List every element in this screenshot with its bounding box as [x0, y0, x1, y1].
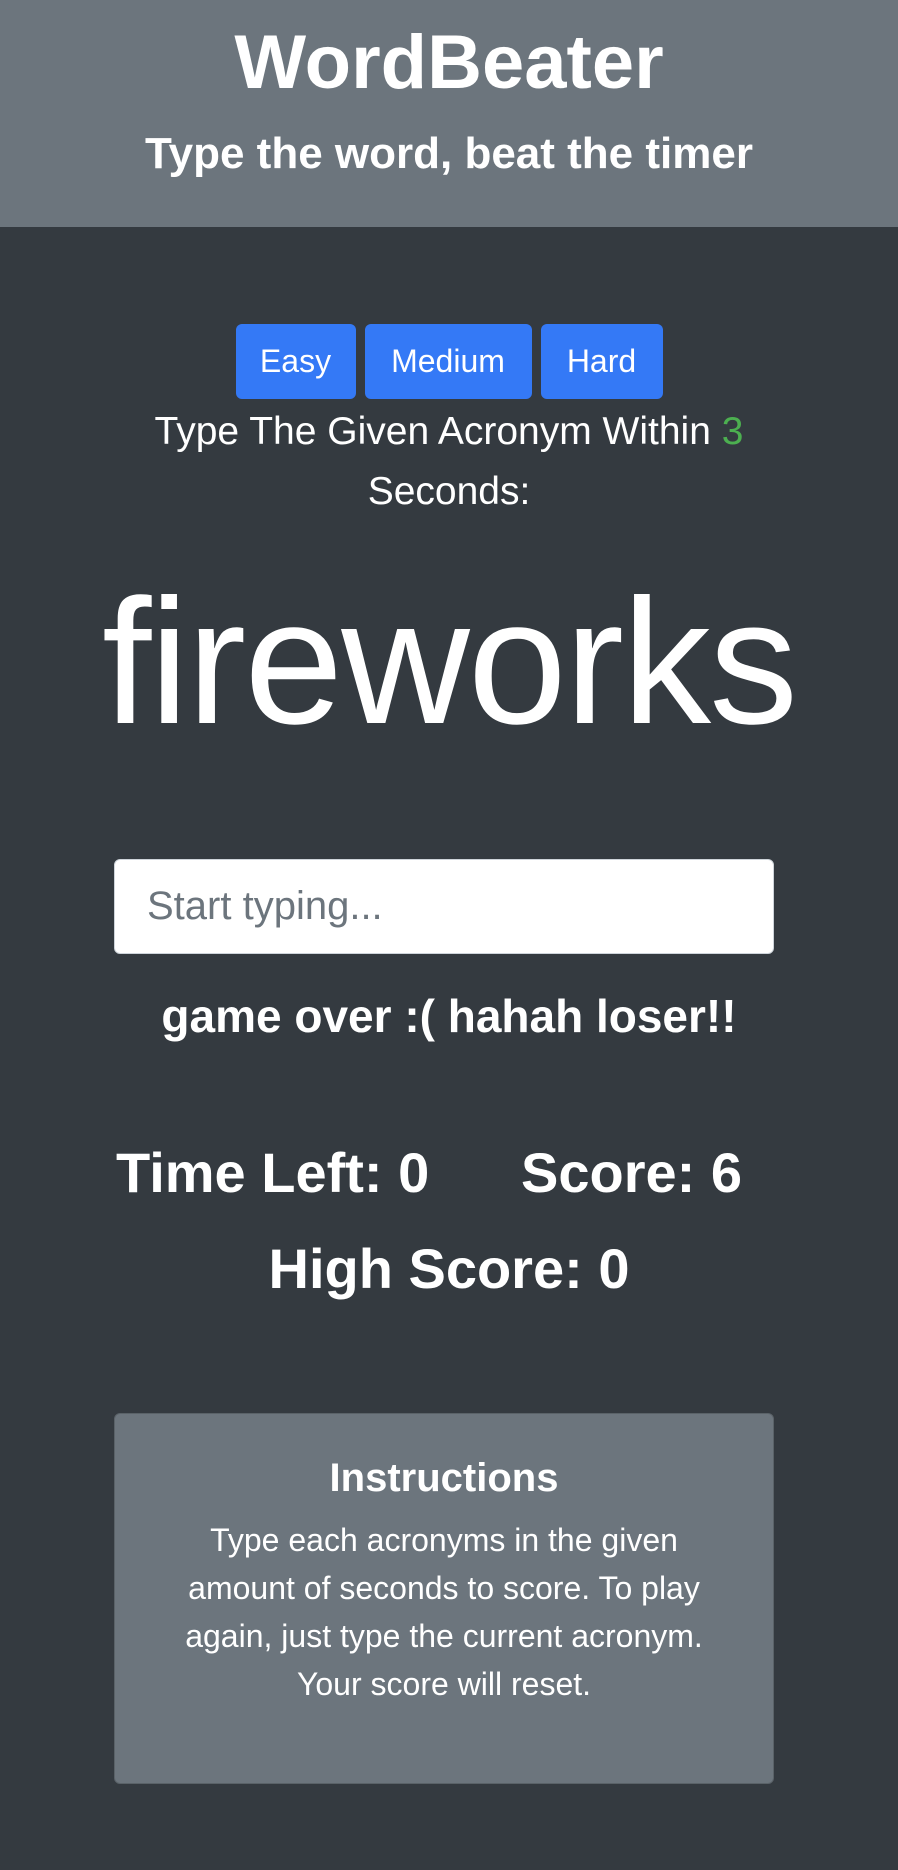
easy-button[interactable]: Easy — [235, 324, 356, 399]
app-subtitle: Type the word, beat the timer — [145, 129, 753, 178]
time-left-value: 0 — [398, 1141, 430, 1204]
score-label: Score: — [521, 1141, 711, 1204]
current-word: fireworks — [101, 562, 798, 761]
word-input[interactable] — [114, 859, 774, 954]
score-value: 6 — [710, 1141, 743, 1204]
difficulty-button-group: Easy Medium Hard — [0, 324, 898, 399]
instructions-title: Instructions — [329, 1456, 559, 1500]
instructions-body: Type each acronyms in the given amount o… — [185, 1522, 703, 1702]
prompt-prefix: Type The Given Acronym Within — [154, 410, 722, 453]
high-score-label: High Score: — [268, 1237, 599, 1300]
app-title: WordBeater — [234, 20, 664, 105]
instructions-card: Instructions Type each acronyms in the g… — [114, 1413, 774, 1784]
prompt-suffix: Seconds: — [367, 470, 531, 513]
high-score-value: 0 — [598, 1237, 630, 1300]
instruction-prompt: Type The Given Acronym Within 3 Seconds: — [130, 402, 768, 522]
game-message: game over :( hahah loser!! — [161, 990, 737, 1042]
hard-button[interactable]: Hard — [540, 324, 663, 399]
medium-button[interactable]: Medium — [364, 324, 532, 399]
seconds-value: 3 — [721, 410, 744, 453]
app-header: WordBeater Type the word, beat the timer — [0, 0, 898, 227]
time-left-label: Time Left: — [116, 1141, 399, 1204]
time-left-stat: Time Left: 0 — [116, 1141, 429, 1205]
score-stat: Score: 6 — [521, 1141, 742, 1205]
high-score-stat: High Score: 0 — [0, 1237, 898, 1301]
